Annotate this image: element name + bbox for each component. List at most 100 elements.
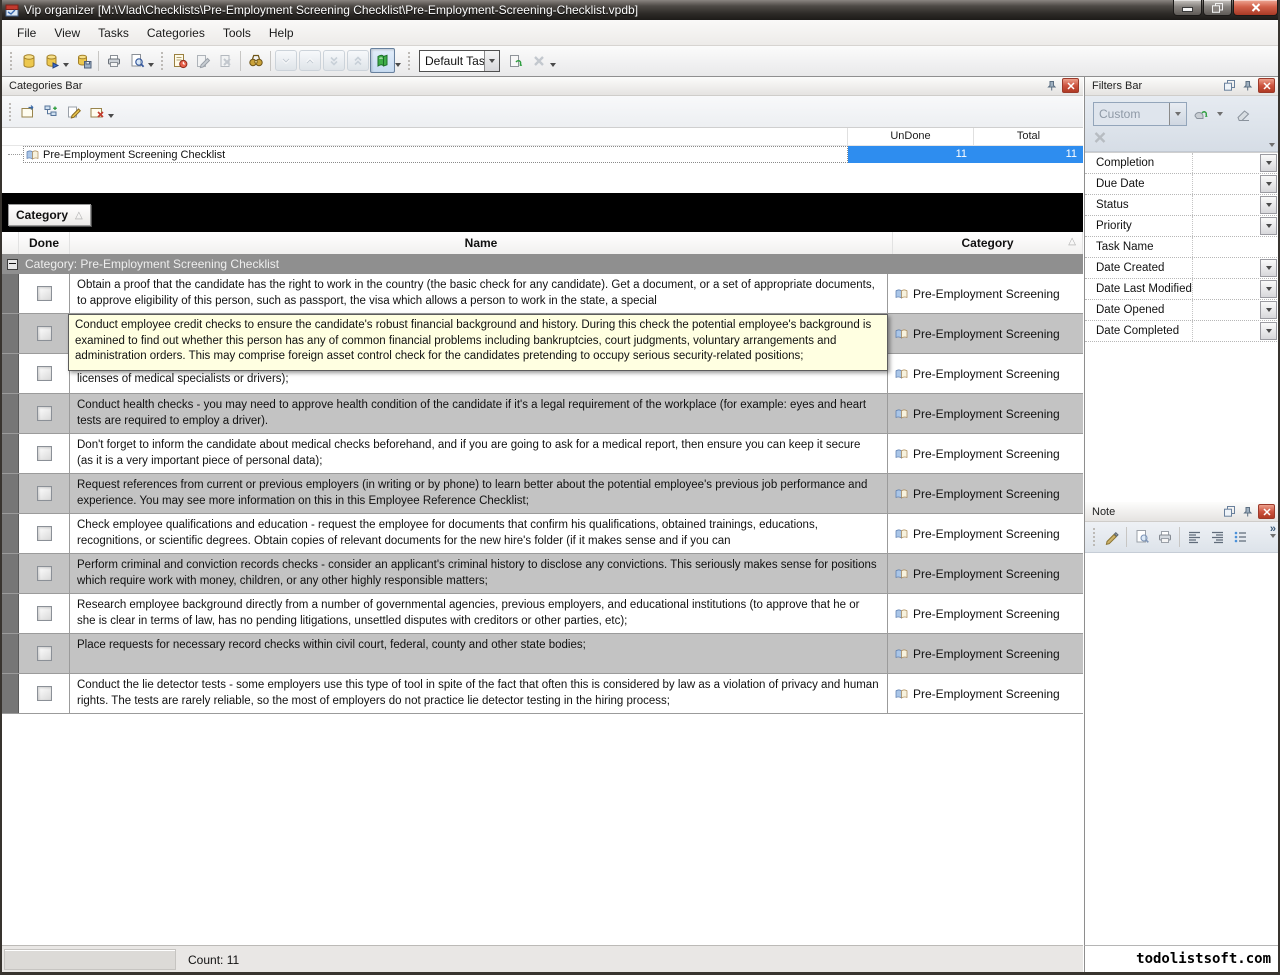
task-category-cell[interactable]: Pre-Employment Screening (888, 514, 1083, 553)
category-item-name[interactable]: Pre-Employment Screening Checklist (23, 146, 848, 163)
row-selector-cell[interactable] (2, 514, 19, 553)
filter-value-cell[interactable] (1193, 216, 1260, 236)
open-database-button[interactable] (40, 49, 63, 72)
task-category-cell[interactable]: Pre-Employment Screening (888, 394, 1083, 433)
category-undone-count[interactable]: 11 (848, 146, 973, 163)
undone-column-header[interactable]: UnDone (847, 128, 973, 145)
task-category-cell[interactable]: Pre-Employment Screening (888, 634, 1083, 673)
filter-preset-dropdown-button[interactable] (1169, 103, 1186, 125)
align-right-button[interactable] (1206, 526, 1229, 549)
task-category-cell[interactable]: Pre-Employment Screening (888, 274, 1083, 313)
done-cell[interactable] (19, 474, 70, 513)
filters-overflow-caret-icon[interactable] (1269, 143, 1275, 147)
new-subcategory-button[interactable] (39, 100, 62, 123)
done-checkbox[interactable] (37, 366, 52, 381)
move-task-bottom-button[interactable] (323, 50, 345, 71)
remove-filter-button[interactable] (1093, 131, 1107, 144)
clear-filter-button[interactable] (1235, 107, 1252, 121)
done-checkbox[interactable] (37, 326, 52, 341)
edit-task-button[interactable] (191, 49, 214, 72)
task-row[interactable]: Request references from current or previ… (2, 474, 1083, 514)
row-selector-cell[interactable] (2, 554, 19, 593)
move-task-down-button[interactable] (275, 50, 297, 71)
notebook-view-button[interactable] (370, 48, 395, 73)
print-button[interactable] (102, 49, 125, 72)
done-column-header[interactable]: Done (19, 232, 70, 254)
close-panel-icon[interactable] (1062, 78, 1079, 93)
category-tree-item[interactable]: Pre-Employment Screening Checklist 11 11 (2, 146, 1083, 163)
toolbar-overflow-icon[interactable]: » (1270, 524, 1276, 534)
categories-toolbar-caret-icon[interactable] (108, 114, 114, 118)
new-category-button[interactable] (16, 100, 39, 123)
task-category-cell[interactable]: Pre-Employment Screening (888, 554, 1083, 593)
move-task-top-button[interactable] (347, 50, 369, 71)
close-button[interactable] (1233, 0, 1278, 16)
done-cell[interactable] (19, 594, 70, 633)
task-name-cell[interactable]: Obtain a proof that the candidate has th… (70, 274, 888, 313)
toolbar-grip[interactable] (406, 50, 411, 72)
task-row[interactable]: Check employee qualifications and educat… (2, 514, 1083, 554)
delete-category-button[interactable] (85, 100, 108, 123)
done-checkbox[interactable] (37, 526, 52, 541)
filter-dropdown-button[interactable] (1260, 322, 1277, 340)
menu-help[interactable]: Help (260, 22, 303, 44)
note-content-area[interactable] (1085, 553, 1279, 946)
note-preview-button[interactable] (1130, 526, 1153, 549)
task-name-cell[interactable]: Conduct health checks - you may need to … (70, 394, 888, 433)
row-selector-cell[interactable] (2, 674, 19, 713)
group-by-category-chip[interactable]: Category △ (8, 204, 91, 226)
done-cell[interactable] (19, 354, 70, 393)
task-category-cell[interactable]: Pre-Employment Screening (888, 434, 1083, 473)
total-column-header[interactable]: Total (973, 128, 1083, 145)
new-database-button[interactable] (17, 49, 40, 72)
task-category-cell[interactable]: Pre-Employment Screening (888, 674, 1083, 713)
restore-panel-icon[interactable] (1222, 505, 1237, 518)
pin-icon[interactable] (1240, 79, 1255, 92)
menu-categories[interactable]: Categories (138, 22, 214, 44)
overflow-caret-icon[interactable] (1270, 534, 1276, 538)
done-cell[interactable] (19, 554, 70, 593)
row-selector-cell[interactable] (2, 634, 19, 673)
minimize-button[interactable] (1173, 0, 1202, 16)
done-checkbox[interactable] (37, 686, 52, 701)
filter-dropdown-button[interactable] (1260, 175, 1277, 193)
done-checkbox[interactable] (37, 566, 52, 581)
done-checkbox[interactable] (37, 486, 52, 501)
toolbar-grip[interactable] (7, 101, 12, 123)
menu-file[interactable]: File (8, 22, 45, 44)
filter-value-cell[interactable] (1193, 258, 1260, 278)
task-row[interactable]: Conduct the lie detector tests - some em… (2, 674, 1083, 714)
done-checkbox[interactable] (37, 646, 52, 661)
save-filter-button[interactable] (1193, 106, 1211, 122)
task-row[interactable]: Perform criminal and conviction records … (2, 554, 1083, 594)
category-group-row[interactable]: Category: Pre-Employment Screening Check… (2, 254, 1083, 274)
category-total-count[interactable]: 11 (973, 146, 1083, 163)
task-category-cell[interactable]: Pre-Employment Screening (888, 354, 1083, 393)
row-selector-cell[interactable] (2, 274, 19, 313)
filter-value-cell[interactable] (1193, 153, 1260, 173)
toolbar-grip[interactable] (8, 50, 13, 72)
toolbar-grip[interactable] (1091, 526, 1096, 548)
note-print-button[interactable] (1153, 526, 1176, 549)
pin-icon[interactable] (1044, 79, 1059, 92)
apply-template-button[interactable] (504, 49, 527, 72)
find-task-button[interactable] (244, 49, 267, 72)
menu-tasks[interactable]: Tasks (89, 22, 138, 44)
filter-value-cell[interactable] (1193, 279, 1260, 299)
row-selector-cell[interactable] (2, 594, 19, 633)
bullet-list-button[interactable] (1229, 526, 1252, 549)
task-name-cell[interactable]: Don't forget to inform the candidate abo… (70, 434, 888, 473)
done-checkbox[interactable] (37, 286, 52, 301)
delete-task-button[interactable] (214, 49, 237, 72)
new-task-button[interactable] (168, 49, 191, 72)
close-panel-icon[interactable] (1258, 78, 1275, 93)
task-category-cell[interactable]: Pre-Employment Screening (888, 314, 1083, 353)
done-cell[interactable] (19, 274, 70, 313)
row-selector-cell[interactable] (2, 354, 19, 393)
task-row[interactable]: Don't forget to inform the candidate abo… (2, 434, 1083, 474)
done-cell[interactable] (19, 314, 70, 353)
task-name-cell[interactable]: Research employee background directly fr… (70, 594, 888, 633)
row-selector-cell[interactable] (2, 314, 19, 353)
task-category-cell[interactable]: Pre-Employment Screening (888, 594, 1083, 633)
row-selector-cell[interactable] (2, 394, 19, 433)
